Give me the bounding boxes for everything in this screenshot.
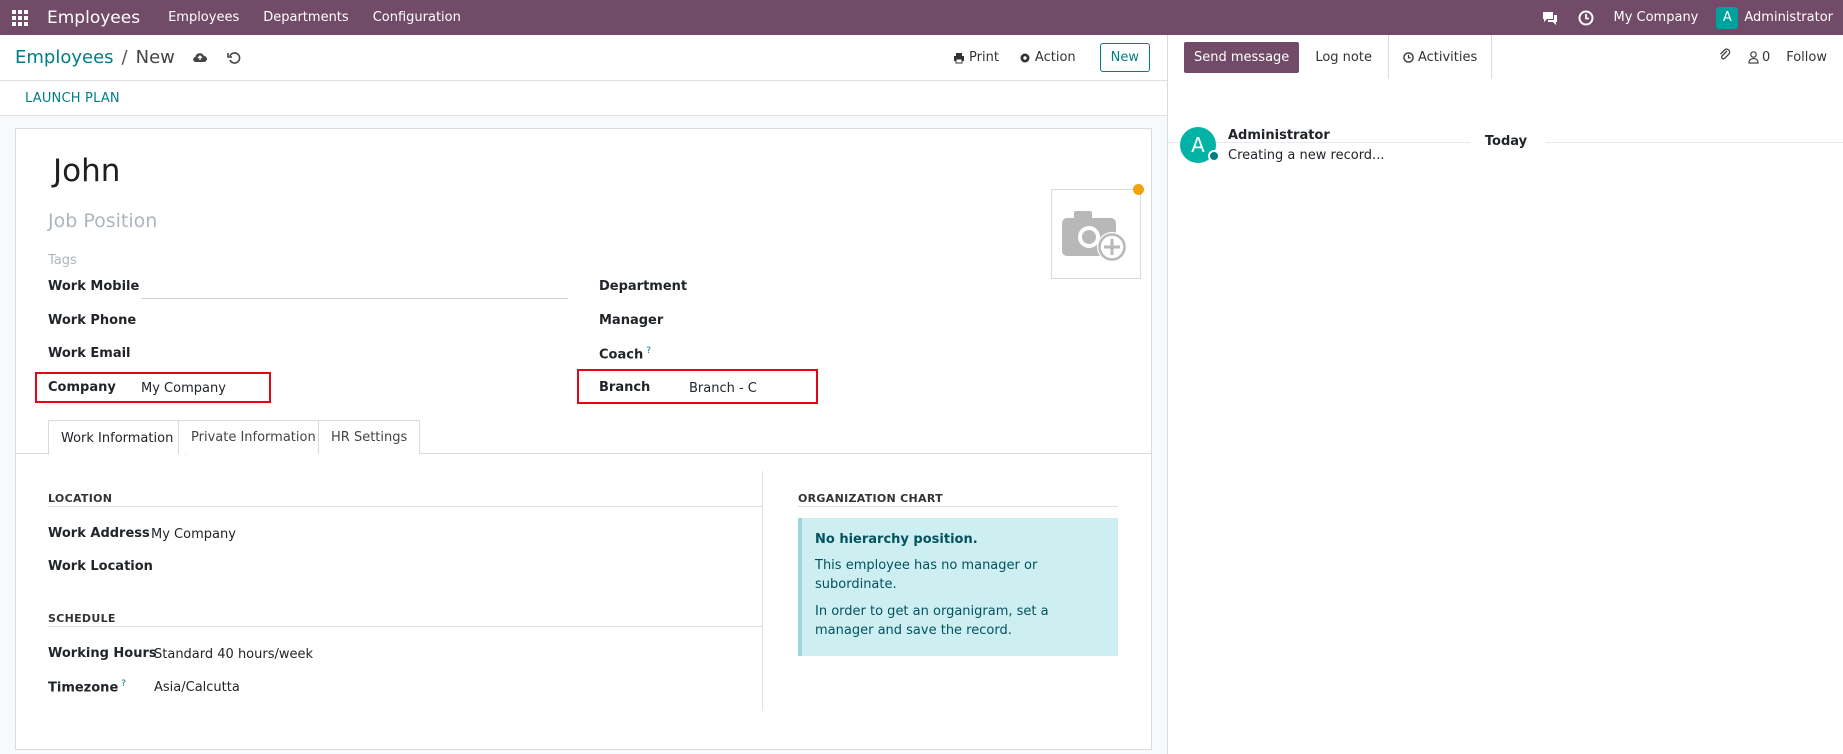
breadcrumb-employees[interactable]: Employees — [15, 47, 114, 68]
schedule-divider — [48, 626, 762, 627]
user-menu[interactable]: A Administrator — [1716, 6, 1833, 29]
action-button[interactable]: Action — [1011, 50, 1084, 65]
work-address-label: Work Address — [48, 526, 150, 541]
online-status-dot — [1208, 150, 1220, 162]
print-icon — [954, 52, 965, 63]
employee-photo[interactable] — [1051, 189, 1141, 279]
working-hours-label: Working Hours — [48, 646, 157, 661]
follow-button[interactable]: Follow — [1786, 50, 1827, 65]
location-divider — [48, 506, 762, 507]
work-mobile-underline — [141, 298, 568, 299]
work-location-label: Work Location — [48, 559, 153, 574]
timezone-label: Timezone? — [48, 679, 126, 695]
camera-plus-icon — [1062, 211, 1127, 262]
user-avatar: A — [1716, 6, 1739, 29]
work-mobile-label: Work Mobile — [48, 279, 140, 294]
gear-icon — [1020, 53, 1030, 62]
action-label: Action — [1034, 50, 1076, 65]
status-dot — [1133, 184, 1144, 195]
tab-work-information[interactable]: Work Information — [48, 420, 187, 455]
work-phone-label: Work Phone — [48, 313, 137, 328]
tab-hr-settings[interactable]: HR Settings — [318, 420, 421, 454]
log-note-button[interactable]: Log note — [1307, 42, 1380, 73]
work-address-input[interactable]: My Company — [151, 527, 236, 542]
paperclip-icon[interactable] — [1718, 48, 1732, 66]
clock-icon — [1403, 51, 1414, 63]
notebook-tabs: Work Information Private Information HR … — [15, 420, 1152, 455]
column-divider — [762, 471, 763, 711]
breadcrumb: Employees / New — [15, 47, 175, 68]
branch-input[interactable]: Branch - C — [689, 381, 757, 396]
chatter-topbar: Send message Log note Activities 0 Follo… — [1168, 35, 1843, 79]
org-line-1: This employee has no manager or subordin… — [815, 558, 1038, 592]
coach-label-text: Coach — [599, 347, 644, 363]
discard-undo-icon[interactable] — [225, 49, 243, 67]
org-chart-title: ORGANIZATION CHART — [798, 492, 943, 505]
org-chart-divider — [798, 506, 1118, 507]
company-input[interactable]: My Company — [141, 381, 226, 396]
tab-private-information[interactable]: Private Information — [178, 420, 329, 454]
activities-button[interactable]: Activities — [1387, 35, 1493, 79]
working-hours-input[interactable]: Standard 40 hours/week — [154, 647, 313, 662]
menu-employees[interactable]: Employees — [168, 10, 239, 25]
tags-input[interactable]: Tags — [48, 253, 77, 268]
send-message-button[interactable]: Send message — [1184, 41, 1300, 73]
menu-configuration[interactable]: Configuration — [373, 10, 461, 25]
menu-departments[interactable]: Departments — [263, 10, 348, 25]
company-label: Company — [48, 380, 116, 395]
message-author[interactable]: Administrator — [1228, 128, 1330, 143]
clock-icon[interactable] — [1577, 9, 1595, 27]
print-button[interactable]: Print — [945, 50, 1007, 65]
timezone-help-icon[interactable]: ? — [121, 679, 126, 689]
org-chart-info-box: No hierarchy position. This employee has… — [798, 518, 1118, 656]
location-section-title: LOCATION — [48, 492, 113, 505]
user-name: Administrator — [1744, 10, 1833, 25]
company-switcher[interactable]: My Company — [1613, 10, 1698, 25]
status-bar: LAUNCH PLAN — [0, 81, 1167, 116]
coach-help-icon[interactable]: ? — [646, 346, 651, 356]
org-line-2: In order to get an organigram, set a man… — [815, 604, 1049, 638]
print-label: Print — [969, 50, 999, 65]
breadcrumb-separator: / — [121, 47, 128, 68]
breadcrumb-current: New — [135, 47, 175, 68]
job-position-input[interactable]: Job Position — [48, 210, 157, 232]
launch-plan-button[interactable]: LAUNCH PLAN — [25, 91, 120, 106]
follower-count: 0 — [1761, 49, 1771, 65]
manager-label: Manager — [599, 313, 664, 328]
save-cloud-icon[interactable] — [191, 49, 209, 67]
org-heading: No hierarchy position. — [815, 532, 978, 547]
apps-grid-icon[interactable] — [12, 9, 28, 26]
user-icon — [1748, 50, 1759, 64]
timezone-select[interactable]: Asia/Calcutta — [154, 680, 240, 695]
chatter-panel: Send message Log note Activities 0 Follo… — [1167, 35, 1843, 754]
coach-label: Coach? — [599, 346, 651, 362]
message-body: Creating a new record... — [1228, 148, 1385, 163]
department-label: Department — [599, 279, 688, 294]
schedule-section-title: SCHEDULE — [48, 612, 116, 625]
work-email-label: Work Email — [48, 346, 131, 361]
top-navbar: Employees Employees Departments Configur… — [0, 0, 1843, 35]
app-title[interactable]: Employees — [47, 8, 140, 28]
control-panel: Employees / New Print Action New — [0, 35, 1167, 81]
new-button[interactable]: New — [1099, 43, 1150, 72]
timezone-label-text: Timezone — [48, 680, 119, 696]
employee-name-input[interactable]: John — [53, 153, 120, 189]
chat-icon[interactable] — [1541, 9, 1559, 27]
branch-label: Branch — [599, 380, 651, 395]
followers-button[interactable]: 0 — [1748, 50, 1770, 65]
activities-label: Activities — [1417, 49, 1478, 65]
